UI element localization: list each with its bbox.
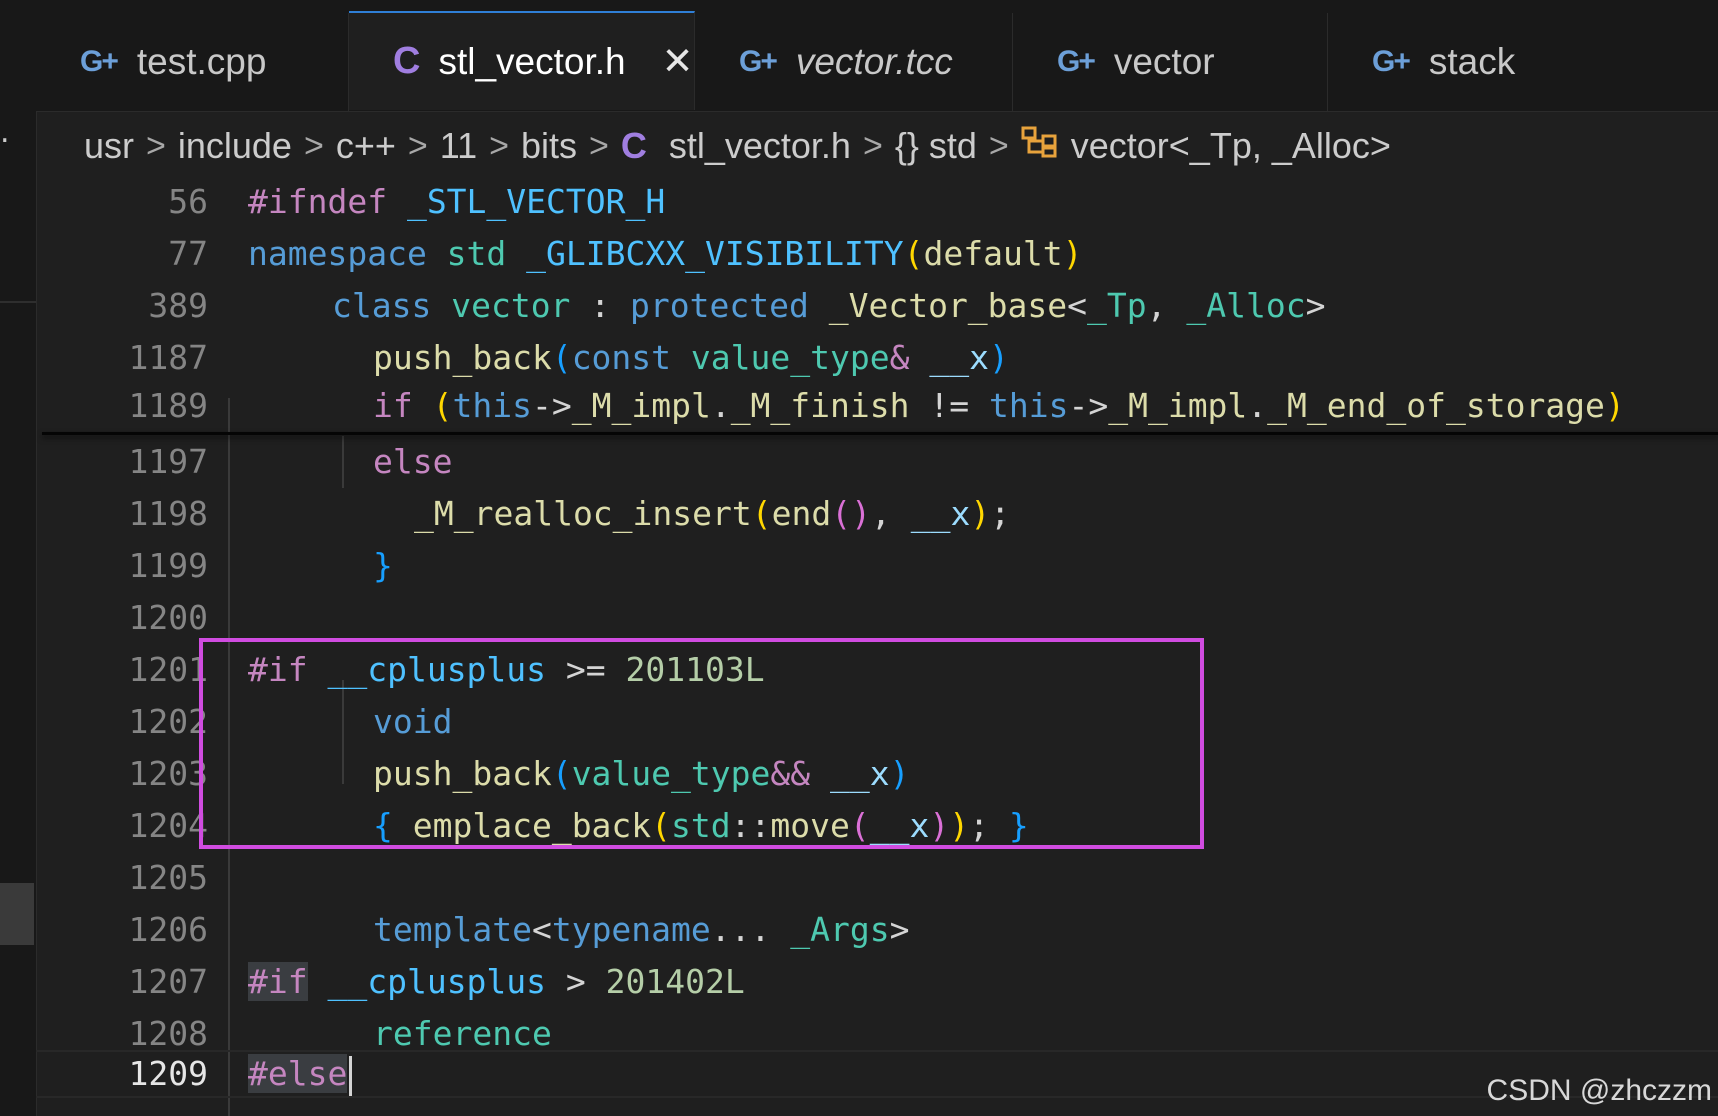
code-line: 389 class vector : protected _Vector_bas… <box>36 280 1718 332</box>
breadcrumb-item[interactable]: bits <box>521 125 577 167</box>
tab-label: stack <box>1428 41 1516 82</box>
line-number: 1187 <box>128 338 208 377</box>
highlight-annotation-box <box>199 638 1204 849</box>
class-icon <box>1021 126 1059 167</box>
editor-tab-bar: G+ test.cpp C stl_vector.h ✕ G+ vector.t… <box>36 0 1718 112</box>
code-text: if (this->_M_impl._M_finish != this->_M_… <box>373 386 1625 425</box>
code-text: namespace std _GLIBCXX_VISIBILITY(defaul… <box>248 234 1083 273</box>
line-number: 1201 <box>128 650 208 689</box>
line-number: 1204 <box>128 806 208 845</box>
c-header-icon: C <box>393 40 420 82</box>
line-number: 1200 <box>128 598 208 637</box>
cpp-file-icon: G+ <box>1057 45 1096 78</box>
code-text: class vector : protected _Vector_base<_T… <box>332 286 1326 325</box>
tab-vector[interactable]: G+ vector <box>1013 13 1328 111</box>
line-number: 1205 <box>128 858 208 897</box>
tab-label: vector.tcc <box>795 41 953 82</box>
line-number: 56 <box>168 182 208 221</box>
line-number: 1199 <box>128 546 208 585</box>
line-number: 389 <box>148 286 208 325</box>
tab-vector-tcc[interactable]: G+ vector.tcc <box>695 13 1013 111</box>
line-number: 1202 <box>128 702 208 741</box>
close-icon[interactable]: ✕ <box>662 39 694 84</box>
activity-bar: . <box>0 0 37 1116</box>
code-line: 1199 } <box>36 540 1718 592</box>
line-number: 1189 <box>128 386 208 425</box>
code-text: #if __cplusplus > 201402L <box>248 962 745 1001</box>
more-icon[interactable]: . <box>0 118 10 148</box>
code-line-current: 1209 #else <box>36 1048 1718 1100</box>
code-line: 77 namespace std _GLIBCXX_VISIBILITY(def… <box>36 228 1718 280</box>
code-line: 1207 #if __cplusplus > 201402L <box>36 956 1718 1008</box>
chevron-right-icon: > <box>146 126 166 165</box>
line-number: 77 <box>168 234 208 273</box>
line-number: 1209 <box>128 1054 208 1093</box>
code-text: else <box>373 442 453 481</box>
code-line: 1187 push_back(const value_type& __x) <box>36 332 1718 384</box>
code-text: #else <box>248 1048 353 1100</box>
breadcrumb-file[interactable]: stl_vector.h <box>669 125 851 167</box>
code-line: 1198 _M_realloc_insert(end(), __x); <box>36 488 1718 540</box>
code-line: 1189 if (this->_M_impl._M_finish != this… <box>36 380 1718 432</box>
code-line: 56 #ifndef _STL_VECTOR_H <box>36 176 1718 228</box>
chevron-right-icon: > <box>407 126 428 165</box>
tab-stack[interactable]: G+ stack <box>1328 13 1718 111</box>
chevron-right-icon: > <box>988 126 1009 165</box>
breadcrumb: usr > include > c++ > 11 > bits > C stl_… <box>84 120 1403 172</box>
code-text: _M_realloc_insert(end(), __x); <box>414 494 1011 533</box>
line-number: 1207 <box>128 962 208 1001</box>
tab-label: test.cpp <box>136 41 267 82</box>
text-cursor <box>349 1055 353 1096</box>
code-text: } <box>373 546 393 585</box>
breadcrumb-item[interactable]: usr <box>84 125 134 167</box>
cpp-file-icon: G+ <box>80 45 119 78</box>
watermark: CSDN @zhczzm <box>1486 1074 1712 1107</box>
code-editor[interactable]: 56 #ifndef _STL_VECTOR_H 77 namespace st… <box>36 176 1718 1116</box>
cpp-file-icon: G+ <box>1372 45 1411 78</box>
tab-stl-vector-h[interactable]: C stl_vector.h ✕ <box>349 11 695 110</box>
chevron-right-icon: > <box>589 126 609 165</box>
tab-label: vector <box>1113 41 1215 82</box>
chevron-right-icon: > <box>862 126 883 165</box>
code-text: #ifndef _STL_VECTOR_H <box>248 182 666 221</box>
breadcrumb-class[interactable]: vector<_Tp, _Alloc> <box>1071 125 1391 167</box>
code-line: 1200 <box>36 592 1718 644</box>
breadcrumb-item[interactable]: 11 <box>440 125 477 167</box>
line-number: 1198 <box>128 494 208 533</box>
chevron-right-icon: > <box>303 126 324 165</box>
line-number: 1197 <box>128 442 208 481</box>
code-line: 1205 <box>36 852 1718 904</box>
cpp-file-icon: G+ <box>739 45 778 78</box>
sticky-scroll-divider <box>42 432 1718 435</box>
breadcrumb-namespace[interactable]: std <box>929 125 977 167</box>
code-line: 1197 else <box>36 436 1718 488</box>
code-text: push_back(const value_type& __x) <box>373 338 1009 377</box>
activity-item-selected[interactable] <box>0 883 34 945</box>
tab-label: stl_vector.h <box>438 40 626 82</box>
class-icon-shape <box>1021 126 1057 157</box>
c-header-icon: C <box>620 125 647 166</box>
line-number: 1203 <box>128 754 208 793</box>
code-text: template<typename... _Args> <box>373 910 910 949</box>
breadcrumb-item[interactable]: c++ <box>336 125 396 167</box>
tab-test-cpp[interactable]: G+ test.cpp <box>36 13 349 111</box>
chevron-right-icon: > <box>489 126 509 165</box>
namespace-icon: {} <box>894 125 919 166</box>
breadcrumb-item[interactable]: include <box>178 125 292 167</box>
line-number: 1206 <box>128 910 208 949</box>
code-line: 1206 template<typename... _Args> <box>36 904 1718 956</box>
panel-edge <box>0 301 36 303</box>
